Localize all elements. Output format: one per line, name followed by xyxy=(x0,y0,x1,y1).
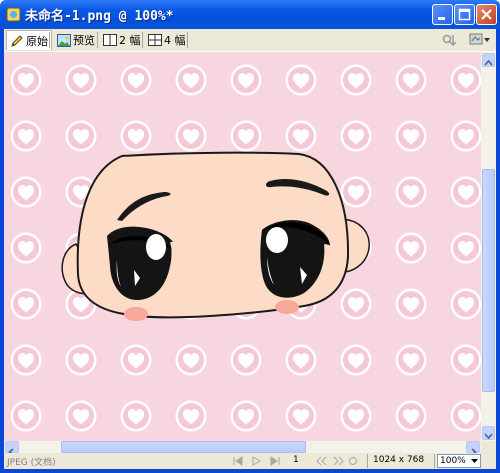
left-blush xyxy=(124,307,148,321)
vertical-scroll-thumb[interactable] xyxy=(482,169,495,392)
artwork xyxy=(4,52,481,441)
four-panel-icon xyxy=(148,34,162,46)
view-toolbar: 原始 预览 2 幅 4 幅 xyxy=(4,29,496,52)
stop-icon[interactable] xyxy=(348,456,358,466)
chibi-face xyxy=(61,151,370,321)
status-divider xyxy=(434,454,435,468)
tab-original[interactable]: 原始 xyxy=(6,30,52,50)
pencil-icon xyxy=(11,34,23,47)
next-frame-icon[interactable] xyxy=(332,456,344,466)
title-bar[interactable]: 未命名-1.png @ 100%* xyxy=(0,0,500,29)
chevron-down-icon xyxy=(471,459,478,463)
tab-2-up-label: 2 幅 xyxy=(119,34,141,47)
arrow-up-icon xyxy=(484,59,493,66)
tab-4-up-label: 4 幅 xyxy=(164,34,186,47)
zoom-value: 100% xyxy=(440,456,466,466)
minimize-icon xyxy=(438,17,445,20)
maximize-icon xyxy=(458,8,471,21)
preview-image-icon xyxy=(57,33,71,47)
close-icon xyxy=(481,9,492,20)
tab-preview[interactable]: 预览 xyxy=(54,30,98,50)
right-blush xyxy=(275,300,299,314)
horizontal-scroll-thumb[interactable] xyxy=(61,441,306,453)
horizontal-scrollbar[interactable] xyxy=(4,441,481,456)
image-dimensions: 1024 x 768 xyxy=(373,455,425,465)
last-frame-icon[interactable] xyxy=(269,456,281,466)
toolbar-divider xyxy=(187,32,188,48)
toolbar-divider xyxy=(97,32,98,48)
scroll-down-button[interactable] xyxy=(482,426,495,440)
tab-original-label: 原始 xyxy=(26,34,48,48)
two-panel-icon xyxy=(103,34,117,46)
file-format-label: JPEG (文档) xyxy=(7,458,56,468)
document-frame: 原始 预览 2 幅 4 幅 JPEG (文档) 1 1024 x 768 100… xyxy=(4,29,496,469)
first-frame-icon[interactable] xyxy=(232,456,244,466)
window-bottom-border xyxy=(0,469,500,473)
scrollbar-corner xyxy=(481,441,496,453)
options-menu-icon[interactable] xyxy=(469,32,491,48)
export-settings-icon[interactable] xyxy=(442,32,460,48)
close-button[interactable] xyxy=(476,4,497,25)
play-icon[interactable] xyxy=(251,456,261,466)
image-canvas[interactable] xyxy=(4,52,481,441)
scroll-up-button[interactable] xyxy=(482,53,495,67)
tab-2-up[interactable]: 2 幅 xyxy=(100,30,144,50)
toolbar-divider xyxy=(142,32,143,48)
frame-number: 1 xyxy=(293,455,299,465)
minimize-button[interactable] xyxy=(432,4,453,25)
status-divider xyxy=(367,454,368,468)
image-document-window: 未命名-1.png @ 100%* 原始 预览 2 幅 4 幅 JPEG (文档… xyxy=(0,0,500,473)
tab-preview-label: 预览 xyxy=(73,34,95,47)
app-icon xyxy=(6,7,21,22)
vertical-scrollbar[interactable] xyxy=(481,52,496,441)
maximize-button[interactable] xyxy=(454,4,475,25)
tab-4-up[interactable]: 4 幅 xyxy=(145,30,189,50)
scroll-left-button[interactable] xyxy=(5,441,19,456)
scroll-right-button[interactable] xyxy=(466,441,480,456)
window-title: 未命名-1.png @ 100%* xyxy=(25,9,174,24)
status-bar: JPEG (文档) 1 1024 x 768 100% xyxy=(4,453,496,469)
toolbar-divider xyxy=(49,32,50,48)
zoom-select[interactable]: 100% xyxy=(437,454,481,468)
previous-frame-icon[interactable] xyxy=(315,456,327,466)
